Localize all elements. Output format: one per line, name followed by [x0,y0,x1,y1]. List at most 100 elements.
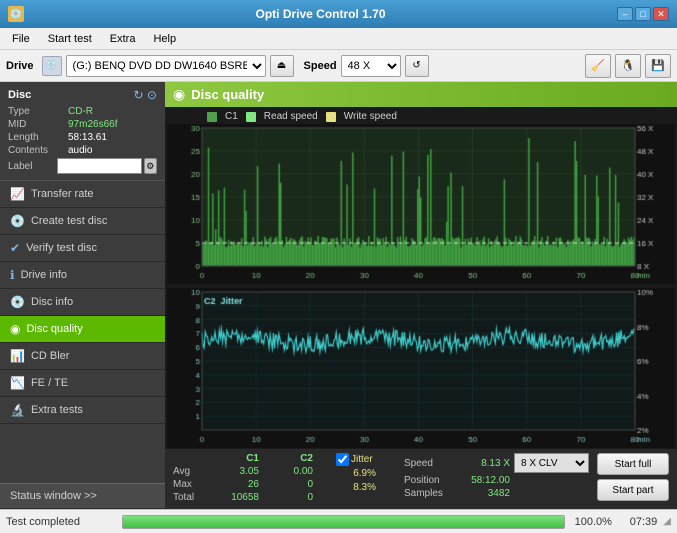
disc-contents-label: Contents [8,145,68,156]
disc-label-gear-icon[interactable]: ⚙ [144,158,157,174]
sidebar-item-disc-info[interactable]: 💿 Disc info [0,289,165,316]
legend-c1-label: C1 [225,111,238,122]
speed-mode-select[interactable]: 8 X CLV [514,453,589,473]
stats-empty [173,453,205,464]
stats-max-c2: 0 [263,479,313,490]
drive-icon: 💿 [42,56,62,76]
toolbar-btn-2[interactable]: 🐧 [615,54,641,78]
progress-percent: 100.0% [571,516,615,528]
create-test-disc-icon: 💿 [10,214,25,228]
avg-jitter: 6.9% [336,468,376,479]
disc-refresh-icon[interactable]: ↻ ⊙ [134,88,157,102]
sidebar-item-fe-te[interactable]: 📉 FE / TE [0,370,165,397]
speed-select[interactable]: 48 X [341,55,401,77]
content-area: ◉ Disc quality C1 Read speed Write speed [165,82,677,509]
stats-c2-header: C2 [263,453,313,464]
verify-test-disc-icon: ✔ [10,241,20,255]
stats-table: C1 C2 Avg 3.05 0.00 Max 26 0 Total 10658… [173,453,328,505]
jitter-checkbox[interactable] [336,453,349,466]
close-button[interactable]: ✕ [653,7,669,21]
transfer-rate-icon: 📈 [10,187,25,201]
progress-bar [122,515,565,529]
disc-quality-icon: ◉ [10,322,20,336]
disc-type-value: CD-R [68,106,157,117]
sidebar: Disc ↻ ⊙ Type CD-R MID 97m26s66f Length … [0,82,165,509]
disc-quality-header-icon: ◉ [173,86,185,103]
stats-total-label: Total [173,492,205,503]
start-part-button[interactable]: Start part [597,479,669,501]
resize-handle[interactable]: ◢ [663,516,671,527]
legend-read-dot [246,112,256,122]
speed-val: 8.13 X [460,458,510,469]
disc-length-value: 58:13.61 [68,132,157,143]
maximize-button[interactable]: □ [635,7,651,21]
fe-te-icon: 📉 [10,376,25,390]
stats-total-c1: 10658 [209,492,259,503]
sidebar-item-cd-bler[interactable]: 📊 CD Bler [0,343,165,370]
drive-label: Drive [6,60,34,72]
sidebar-item-disc-quality[interactable]: ◉ Disc quality [0,316,165,343]
drive-info-icon: ℹ [10,268,15,282]
disc-info-panel: Disc ↻ ⊙ Type CD-R MID 97m26s66f Length … [0,82,165,181]
app-icon: 💿 [8,6,24,22]
stats-c1-header: C1 [209,453,259,464]
sidebar-item-extra-tests[interactable]: 🔬 Extra tests [0,397,165,424]
eject-button[interactable]: ⏏ [270,55,294,77]
sidebar-label-disc-quality: Disc quality [26,323,82,335]
samples-key: Samples [404,488,456,499]
sidebar-item-drive-info[interactable]: ℹ Drive info [0,262,165,289]
disc-type-label: Type [8,106,68,117]
disc-quality-title: Disc quality [191,87,264,102]
main-area: Disc ↻ ⊙ Type CD-R MID 97m26s66f Length … [0,82,677,509]
chart1-canvas [167,124,675,284]
drive-select[interactable]: (G:) BENQ DVD DD DW1640 BSRB [66,55,266,77]
start-full-button[interactable]: Start full [597,453,669,475]
stats-avg-c1: 3.05 [209,466,259,477]
sidebar-item-create-test-disc[interactable]: 💿 Create test disc [0,208,165,235]
legend-write-label: Write speed [344,111,397,122]
progress-bar-fill [123,516,564,528]
menu-file[interactable]: File [4,31,38,47]
disc-section-title: Disc [8,89,31,101]
speed-panel: Speed 8.13 X 8 X CLV Position 58:12.00 S… [404,453,589,499]
menu-start-test[interactable]: Start test [40,31,100,47]
stats-total-c2: 0 [263,492,313,503]
sidebar-item-transfer-rate[interactable]: 📈 Transfer rate [0,181,165,208]
sidebar-label-disc-info: Disc info [31,296,73,308]
toolbar-btn-1[interactable]: 🧹 [585,54,611,78]
sidebar-label-cd-bler: CD Bler [31,350,70,362]
menu-extra[interactable]: Extra [102,31,144,47]
disc-label-label: Label [8,161,57,172]
stats-area: C1 C2 Avg 3.05 0.00 Max 26 0 Total 10658… [165,449,677,509]
title-bar: 💿 Opti Drive Control 1.70 – □ ✕ [0,0,677,28]
chart2-container [167,288,675,448]
window-controls: – □ ✕ [617,7,669,21]
sidebar-nav: 📈 Transfer rate 💿 Create test disc ✔ Ver… [0,181,165,483]
legend-read-label: Read speed [264,111,318,122]
legend-write-dot [326,112,336,122]
menu-help[interactable]: Help [145,31,184,47]
status-time: 07:39 [621,516,657,528]
jitter-panel: Jitter 6.9% 8.3% [336,453,396,493]
status-window-label: Status window >> [10,490,97,502]
disc-contents-value: audio [68,145,157,156]
disc-info-icon: 💿 [10,295,25,309]
speed-label: Speed [304,60,337,72]
position-val: 58:12.00 [460,475,510,486]
status-bar: Test completed 100.0% 07:39 ◢ [0,509,677,533]
disc-label-input[interactable] [57,158,142,174]
charts-area: C1 Read speed Write speed [165,107,677,449]
minimize-button[interactable]: – [617,7,633,21]
toolbar-btn-save[interactable]: 💾 [645,54,671,78]
stats-avg-c2: 0.00 [263,466,313,477]
sidebar-item-verify-test-disc[interactable]: ✔ Verify test disc [0,235,165,262]
drive-bar: Drive 💿 (G:) BENQ DVD DD DW1640 BSRB ⏏ S… [0,50,677,82]
legend-c1-dot [207,112,217,122]
chart-legend: C1 Read speed Write speed [167,109,675,124]
app-title: Opti Drive Control 1.70 [24,7,617,21]
chart1-container [167,124,675,284]
menu-bar: File Start test Extra Help [0,28,677,50]
cd-bler-icon: 📊 [10,349,25,363]
refresh-button[interactable]: ↺ [405,55,429,77]
status-window-button[interactable]: Status window >> [0,483,165,509]
